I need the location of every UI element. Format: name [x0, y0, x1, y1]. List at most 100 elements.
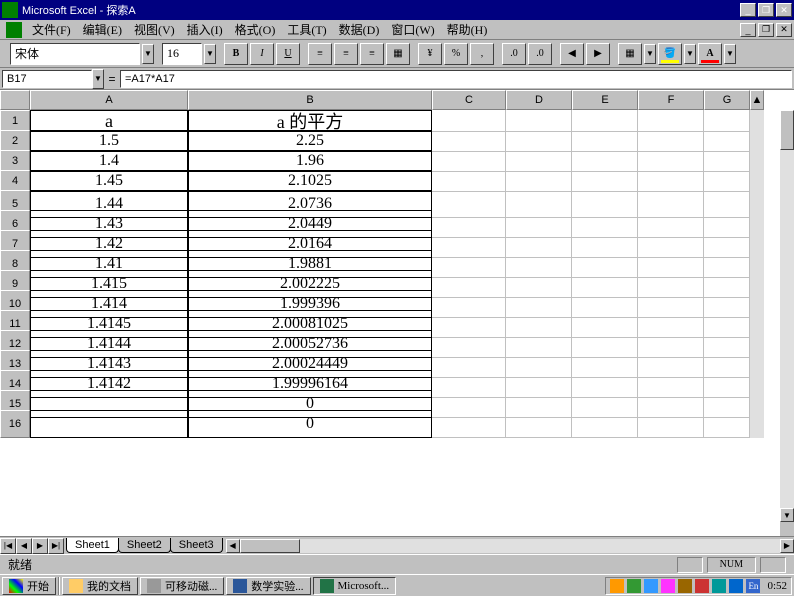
sheet-tab-3[interactable]: Sheet3	[170, 538, 223, 553]
font-name-dropdown[interactable]: ▼	[142, 44, 154, 64]
tab-prev-button[interactable]: ◀	[16, 538, 32, 554]
select-all-corner[interactable]	[0, 90, 30, 110]
cell[interactable]	[30, 410, 188, 438]
row-header[interactable]: 4	[0, 170, 30, 192]
hscroll-left[interactable]: ◀	[226, 539, 240, 553]
formula-input[interactable]: =A17*A17	[120, 70, 792, 88]
cell[interactable]	[638, 170, 704, 192]
align-left-button[interactable]: ≡	[308, 43, 332, 65]
decrease-indent-button[interactable]: ◀	[560, 43, 584, 65]
col-header-g[interactable]: G	[704, 90, 750, 110]
vscroll-up[interactable]: ▲	[750, 90, 764, 110]
cell[interactable]: 2.25	[188, 130, 432, 152]
tray-ime-icon[interactable]: En	[746, 579, 760, 593]
task-removable[interactable]: 可移动磁...	[140, 577, 224, 595]
restore-button[interactable]: ❐	[758, 3, 774, 17]
row-header[interactable]: 2	[0, 130, 30, 152]
cell[interactable]	[638, 150, 704, 172]
tray-icon[interactable]	[712, 579, 726, 593]
cell[interactable]	[572, 110, 638, 132]
tab-next-button[interactable]: ▶	[32, 538, 48, 554]
percent-button[interactable]: %	[444, 43, 468, 65]
cell[interactable]: a	[30, 110, 188, 132]
vertical-scrollbar[interactable]: ▼	[780, 110, 794, 536]
font-color-button[interactable]: A	[698, 43, 722, 65]
close-button[interactable]: ✕	[776, 3, 792, 17]
menu-edit[interactable]: 编辑(E)	[77, 19, 128, 40]
cell[interactable]	[506, 170, 572, 192]
cell[interactable]	[572, 170, 638, 192]
tab-first-button[interactable]: |◀	[0, 538, 16, 554]
menu-help[interactable]: 帮助(H)	[441, 19, 494, 40]
font-name-box[interactable]: 宋体	[10, 43, 140, 65]
start-button[interactable]: 开始	[2, 577, 56, 595]
cell[interactable]	[432, 130, 506, 152]
increase-indent-button[interactable]: ▶	[586, 43, 610, 65]
doc-minimize-button[interactable]: _	[740, 23, 756, 37]
menu-insert[interactable]: 插入(I)	[181, 19, 229, 40]
col-header-f[interactable]: F	[638, 90, 704, 110]
borders-dropdown[interactable]: ▼	[644, 44, 656, 64]
cell[interactable]	[432, 150, 506, 172]
vscroll-thumb[interactable]	[780, 110, 794, 150]
tray-icon[interactable]	[627, 579, 641, 593]
tray-icon[interactable]	[644, 579, 658, 593]
tray-icon[interactable]	[729, 579, 743, 593]
fill-color-button[interactable]: 🪣	[658, 43, 682, 65]
cell[interactable]: 1.5	[30, 130, 188, 152]
hscroll-thumb[interactable]	[240, 539, 300, 553]
name-box[interactable]: B17	[2, 70, 92, 88]
col-header-a[interactable]: A	[30, 90, 188, 110]
bold-button[interactable]: B	[224, 43, 248, 65]
underline-button[interactable]: U	[276, 43, 300, 65]
italic-button[interactable]: I	[250, 43, 274, 65]
sheet-tab-2[interactable]: Sheet2	[118, 538, 171, 553]
cell[interactable]	[704, 170, 750, 192]
task-mydocs[interactable]: 我的文档	[62, 577, 138, 595]
menu-format[interactable]: 格式(O)	[229, 19, 282, 40]
sheet-tab-1[interactable]: Sheet1	[66, 538, 119, 553]
tray-icon[interactable]	[610, 579, 624, 593]
menu-file[interactable]: 文件(F)	[26, 19, 77, 40]
name-box-dropdown[interactable]: ▼	[92, 69, 104, 89]
cell[interactable]	[704, 110, 750, 132]
tray-icon[interactable]	[678, 579, 692, 593]
minimize-button[interactable]: _	[740, 3, 756, 17]
row-header[interactable]: 16	[0, 410, 30, 438]
doc-restore-button[interactable]: ❐	[758, 23, 774, 37]
task-math[interactable]: 数学实验...	[226, 577, 310, 595]
cell[interactable]	[704, 150, 750, 172]
cell[interactable]	[432, 410, 506, 438]
cell[interactable]: 0	[188, 410, 432, 438]
hscroll-right[interactable]: ▶	[780, 539, 794, 553]
hscroll-track[interactable]	[240, 539, 780, 553]
cell[interactable]	[638, 110, 704, 132]
clock[interactable]: 0:52	[767, 580, 787, 592]
currency-button[interactable]: ¥	[418, 43, 442, 65]
menu-data[interactable]: 数据(D)	[333, 19, 386, 40]
cell[interactable]: 1.96	[188, 150, 432, 172]
cell[interactable]	[432, 110, 506, 132]
align-center-button[interactable]: ≡	[334, 43, 358, 65]
vscroll-down[interactable]: ▼	[780, 508, 794, 522]
col-header-c[interactable]: C	[432, 90, 506, 110]
cell[interactable]	[432, 170, 506, 192]
merge-button[interactable]: ▦	[386, 43, 410, 65]
menu-view[interactable]: 视图(V)	[128, 19, 181, 40]
increase-decimal-button[interactable]: .0	[502, 43, 526, 65]
borders-button[interactable]: ▦	[618, 43, 642, 65]
fill-color-dropdown[interactable]: ▼	[684, 44, 696, 64]
cell[interactable]	[572, 150, 638, 172]
cell[interactable]	[704, 410, 750, 438]
cell[interactable]	[506, 410, 572, 438]
vscroll-track[interactable]	[780, 110, 794, 508]
cell[interactable]	[506, 130, 572, 152]
font-size-box[interactable]: 16	[162, 43, 202, 65]
cell[interactable]: 1.45	[30, 170, 188, 192]
cell[interactable]	[638, 410, 704, 438]
font-size-dropdown[interactable]: ▼	[204, 44, 216, 64]
task-excel[interactable]: Microsoft...	[313, 577, 397, 595]
row-header[interactable]: 1	[0, 110, 30, 132]
align-right-button[interactable]: ≡	[360, 43, 384, 65]
cell[interactable]	[506, 110, 572, 132]
